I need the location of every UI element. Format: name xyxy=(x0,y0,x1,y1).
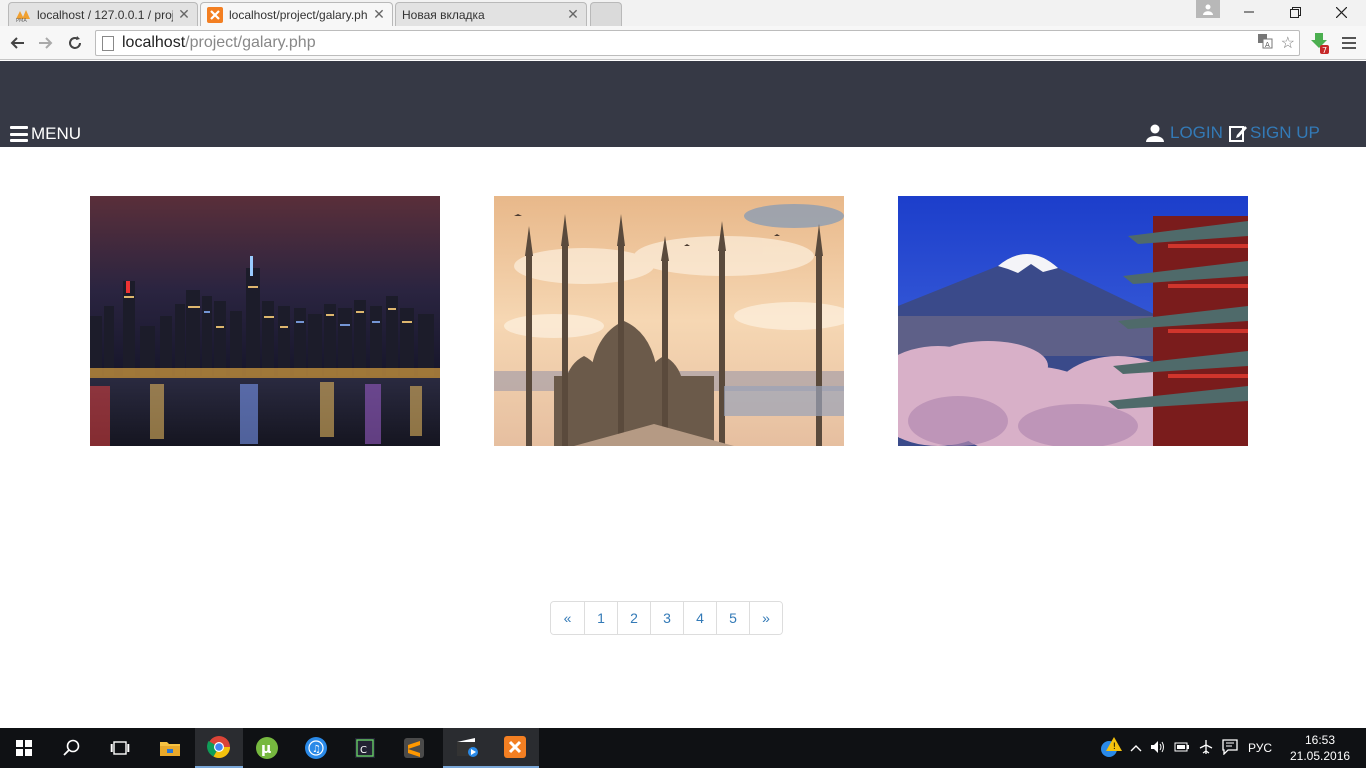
tab-phpmyadmin[interactable]: PMA localhost / 127.0.0.1 / proj ✕ xyxy=(8,2,198,26)
signup-label: SIGN UP xyxy=(1250,123,1320,142)
tab-galary[interactable]: localhost/project/galary.ph ✕ xyxy=(200,2,393,26)
close-window-icon[interactable] xyxy=(1318,0,1364,24)
restore-icon[interactable] xyxy=(1272,0,1318,24)
svg-text:μ: μ xyxy=(261,741,271,757)
system-clock[interactable]: 16:53 21.05.2016 xyxy=(1290,732,1350,764)
edit-icon xyxy=(1229,124,1247,142)
page-link-5[interactable]: 5 xyxy=(716,602,749,634)
chrome-icon[interactable] xyxy=(195,728,243,768)
login-link[interactable]: LOGIN xyxy=(1145,123,1223,143)
gallery-image-fuji[interactable] xyxy=(898,196,1248,446)
reload-icon[interactable] xyxy=(63,31,87,55)
tab-title: localhost / 127.0.0.1 / proj xyxy=(37,7,173,22)
svg-text:♫: ♫ xyxy=(312,744,321,755)
download-extension-icon[interactable]: 7 xyxy=(1309,31,1331,55)
tray-chevron-up-icon[interactable] xyxy=(1130,741,1142,755)
hamburger-icon xyxy=(10,126,28,142)
svg-text:!: ! xyxy=(1113,742,1117,752)
tab-title: Новая вкладка xyxy=(402,7,485,22)
gallery-image-city[interactable] xyxy=(90,196,440,446)
back-icon[interactable] xyxy=(5,31,29,55)
xampp-taskbar-icon[interactable] xyxy=(491,728,539,768)
ide-icon[interactable]: C xyxy=(341,728,389,768)
task-view-icon[interactable] xyxy=(96,728,144,768)
page-link-2[interactable]: 2 xyxy=(617,602,650,634)
start-windows-icon[interactable] xyxy=(0,728,48,768)
new-tab-button[interactable] xyxy=(590,2,622,26)
svg-text:PMA: PMA xyxy=(16,18,27,23)
gallery-image-mosque[interactable] xyxy=(494,196,844,446)
page-link-4[interactable]: 4 xyxy=(683,602,716,634)
phpmyadmin-icon: PMA xyxy=(15,7,31,24)
page-link-1[interactable]: 1 xyxy=(584,602,617,634)
warning-icon[interactable]: ! xyxy=(1100,736,1122,761)
close-tab-icon[interactable]: ✕ xyxy=(372,6,386,23)
signup-link[interactable]: SIGN UP xyxy=(1229,123,1320,143)
page-link-3[interactable]: 3 xyxy=(650,602,683,634)
svg-text:C: C xyxy=(360,745,367,756)
tab-new[interactable]: Новая вкладка ✕ xyxy=(395,2,587,26)
browser-tab-strip: PMA localhost / 127.0.0.1 / proj ✕ local… xyxy=(0,0,1366,26)
bookmark-star-icon[interactable]: ☆ xyxy=(1281,33,1295,54)
minimize-icon[interactable] xyxy=(1226,0,1272,24)
utorrent-icon[interactable]: μ xyxy=(243,728,291,768)
sublime-text-icon[interactable] xyxy=(390,728,438,768)
page-next-link[interactable]: » xyxy=(749,602,782,634)
battery-icon[interactable] xyxy=(1174,741,1190,756)
svg-text:7: 7 xyxy=(1322,46,1327,55)
menu-label: MENU xyxy=(31,124,82,143)
page-prev-link[interactable]: « xyxy=(551,602,584,634)
address-host: localhost xyxy=(122,34,186,51)
windows-taskbar: μ ♫ C ! РУС 16:53 21.05.2016 xyxy=(0,728,1366,768)
browser-toolbar: localhost/project/galary.php A ☆ 7 xyxy=(0,26,1366,60)
clock-date: 21.05.2016 xyxy=(1290,749,1351,763)
itunes-icon[interactable]: ♫ xyxy=(292,728,340,768)
page-icon xyxy=(102,35,114,51)
address-path: /project/galary.php xyxy=(185,34,316,51)
tab-title: localhost/project/galary.ph xyxy=(229,7,368,22)
svg-text:A: A xyxy=(1265,41,1270,49)
video-editor-icon[interactable] xyxy=(443,728,491,768)
notifications-icon[interactable] xyxy=(1222,738,1238,758)
menu-button[interactable]: MENU xyxy=(10,124,81,144)
xampp-icon xyxy=(207,6,223,23)
site-header: MENU LOGIN SIGN UP xyxy=(0,61,1366,147)
airplane-mode-icon[interactable] xyxy=(1198,739,1214,758)
translate-icon[interactable]: A xyxy=(1257,33,1273,54)
close-tab-icon[interactable]: ✕ xyxy=(566,6,580,23)
clock-time: 16:53 xyxy=(1304,733,1336,747)
system-tray: ! РУС xyxy=(1100,728,1272,768)
input-language[interactable]: РУС xyxy=(1248,741,1272,755)
pagination: « 1 2 3 4 5 » xyxy=(550,601,783,635)
address-bar[interactable]: localhost/project/galary.php A ☆ xyxy=(95,30,1300,56)
login-label: LOGIN xyxy=(1170,123,1223,142)
user-icon xyxy=(1145,124,1165,142)
volume-icon[interactable] xyxy=(1150,740,1166,757)
user-profile-icon[interactable] xyxy=(1196,0,1220,18)
file-explorer-icon[interactable] xyxy=(146,728,194,768)
browser-menu-icon[interactable] xyxy=(1338,31,1360,55)
close-tab-icon[interactable]: ✕ xyxy=(177,6,191,23)
search-icon[interactable] xyxy=(48,728,96,768)
forward-icon[interactable] xyxy=(34,31,58,55)
